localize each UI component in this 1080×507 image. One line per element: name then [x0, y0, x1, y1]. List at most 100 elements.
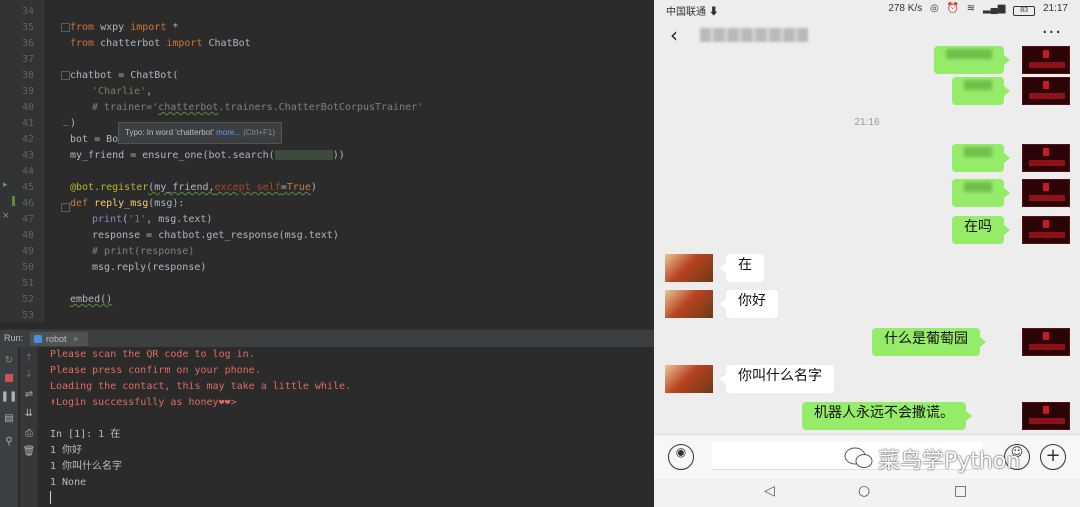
- message-bubble-sent[interactable]: 什么是葡萄园: [872, 328, 986, 356]
- line-number: 50: [21, 262, 34, 273]
- line-number: 51: [21, 278, 34, 289]
- avatar-self[interactable]: [1022, 402, 1070, 430]
- console-line: In [1]: 1 在: [50, 429, 121, 440]
- avatar-self[interactable]: [1022, 144, 1070, 172]
- line-number: 38: [21, 70, 34, 81]
- code-line-46: def reply_msg(msg):: [70, 198, 185, 209]
- back-button[interactable]: ‹: [670, 23, 678, 47]
- ide-window: 34 35 36 37 38 39 40 41 42 43 44 45 46 47 48 49 50 51 52 53…: [0, 0, 654, 507]
- avatar-self[interactable]: [1022, 328, 1070, 356]
- more-options-button[interactable]: ···: [1042, 22, 1062, 43]
- avatar-self[interactable]: [1022, 77, 1070, 105]
- wechat-logo-icon: [844, 447, 873, 468]
- console-line: 1 你叫什么名字: [50, 461, 123, 472]
- typo-tooltip: Typo: In word 'chatterbot' more... (Ctrl…: [118, 122, 283, 144]
- avatar-bot[interactable]: [665, 254, 713, 282]
- message-bubble-received[interactable]: 你叫什么名字: [720, 365, 834, 393]
- message-bubble-sent[interactable]: [934, 46, 1010, 74]
- battery-icon: 83: [1013, 6, 1036, 16]
- carrier-label: 中国联通 ⬇: [666, 7, 719, 18]
- message-bubble-sent[interactable]: [952, 144, 1010, 172]
- pin-icon[interactable]: ⚲: [3, 435, 15, 447]
- up-arrow-icon[interactable]: ↑: [23, 352, 35, 364]
- gutter-change-icon: [12, 196, 15, 206]
- line-number: 48: [21, 230, 34, 241]
- status-bar: 中国联通 ⬇ 278 K/s ◎ ⏰ ≋ ▂▄▆ 83 21:17: [654, 0, 1080, 18]
- console-output[interactable]: Please scan the QR code to log in. Pleas…: [50, 347, 650, 507]
- avatar-bot[interactable]: [665, 365, 713, 393]
- message-bubble-sent[interactable]: 在吗: [952, 216, 1010, 244]
- rerun-icon[interactable]: ↻: [3, 354, 15, 366]
- line-number: 34: [21, 6, 34, 17]
- status-right: 278 K/s ◎ ⏰ ≋ ▂▄▆ 83 21:17: [883, 3, 1068, 16]
- message-bubble-received[interactable]: 你好: [720, 290, 778, 318]
- line-number-gutter: 34 35 36 37 38 39 40 41 42 43 44 45 46 47 48 49 50 51 52 53: [0, 0, 44, 322]
- line-number: 37: [21, 54, 34, 65]
- wifi-icon: ≋: [966, 3, 976, 14]
- avatar-self[interactable]: [1022, 179, 1070, 207]
- code-line-36: from chatterbot import ChatBot: [70, 38, 251, 49]
- code-editor[interactable]: 34 35 36 37 38 39 40 41 42 43 44 45 46 47 48 49 50 51 52 53…: [0, 0, 654, 322]
- console-line: 1 None: [50, 477, 87, 488]
- nav-home-button[interactable]: ○: [858, 483, 870, 499]
- message-bubble-received[interactable]: 在: [720, 254, 764, 282]
- run-console[interactable]: ↻ ❚❚ ▤ ⚲ ↑ ↓ ⇌ ⇊ ⎙ 🗑 Please scan the QR …: [0, 347, 654, 507]
- line-number: 42: [21, 134, 34, 145]
- code-line-39: 'Charlie',: [92, 86, 153, 97]
- fold-marker-icon[interactable]: [61, 71, 70, 80]
- code-line-42: bot = Bo: [70, 134, 119, 145]
- signal-icon: ▂▄▆: [982, 3, 1006, 14]
- avatar-self[interactable]: [1022, 216, 1070, 244]
- soft-wrap-icon[interactable]: ⇌: [23, 388, 35, 400]
- code-line-50: msg.reply(response): [92, 262, 207, 273]
- line-number: 36: [21, 38, 34, 49]
- console-toolbar-secondary: ↑ ↓ ⇌ ⇊ ⎙ 🗑: [20, 347, 38, 507]
- voice-icon[interactable]: ◉: [668, 444, 694, 470]
- avatar-self[interactable]: [1022, 46, 1070, 74]
- tooltip-more-link[interactable]: more...: [216, 128, 241, 137]
- code-area[interactable]: from wxpy import * from chatterbot impor…: [70, 0, 654, 322]
- code-line-45: @bot.register(my_friend,except_self=True…: [70, 182, 317, 193]
- message-bubble-sent[interactable]: [952, 179, 1010, 207]
- clock: 21:17: [1042, 3, 1068, 14]
- nav-back-button[interactable]: ◁: [764, 483, 775, 499]
- avatar-bot[interactable]: [665, 290, 713, 318]
- run-tab-label: robot: [46, 334, 67, 344]
- line-number: 43: [21, 150, 34, 161]
- code-line-49: # print(response): [92, 246, 195, 257]
- code-line-40: # trainer='chatterbot.trainers.ChatterBo…: [92, 102, 424, 113]
- android-nav-bar: ◁ ○ □: [654, 478, 1080, 507]
- fold-marker-icon[interactable]: [61, 203, 70, 212]
- close-icon[interactable]: ×: [73, 334, 78, 344]
- console-line: Loading the contact, this may take a lit…: [50, 381, 352, 392]
- console-toolbar-primary: ↻ ❚❚ ▤ ⚲: [0, 347, 18, 507]
- time-separator: 21:16: [854, 117, 880, 128]
- message-bubble-sent[interactable]: 机器人永远不会撒谎。: [802, 402, 972, 430]
- alarm-icon: ⏰: [946, 3, 959, 14]
- chat-history[interactable]: 21:16 在吗 在 你好 什么是葡萄园 你叫什么名字 机器人永远不会撒谎。: [654, 46, 1080, 434]
- run-label: Run:: [4, 333, 24, 343]
- code-line-52: embed(): [70, 294, 113, 305]
- nav-recents-button[interactable]: □: [954, 483, 967, 499]
- run-tab-robot[interactable]: robot ×: [30, 332, 89, 346]
- print-icon[interactable]: ⎙: [23, 427, 35, 439]
- line-number: 39: [21, 86, 34, 97]
- trash-icon[interactable]: 🗑: [23, 445, 36, 457]
- tooltip-shortcut: (Ctrl+F1): [243, 128, 276, 137]
- scroll-to-end-icon[interactable]: ⇊: [23, 407, 35, 419]
- fold-marker-icon[interactable]: [61, 23, 70, 32]
- pause-icon[interactable]: ❚❚: [1, 390, 18, 402]
- message-bubble-sent[interactable]: [952, 77, 1010, 105]
- run-toolbar: Run: robot ×: [0, 329, 654, 347]
- line-number: 41: [21, 118, 34, 129]
- stop-icon[interactable]: [3, 372, 15, 384]
- console-line: 1 你好: [50, 445, 83, 456]
- down-arrow-icon[interactable]: ↓: [23, 368, 35, 380]
- console-line: ⬆Login successfully as honey❤❤>: [50, 397, 237, 408]
- plus-icon[interactable]: +: [1040, 444, 1066, 470]
- nfc-icon: ◎: [930, 3, 939, 14]
- line-number: 49: [21, 246, 34, 257]
- layout-icon[interactable]: ▤: [3, 412, 15, 424]
- line-number: 44: [21, 166, 34, 177]
- line-number: 40: [21, 102, 34, 113]
